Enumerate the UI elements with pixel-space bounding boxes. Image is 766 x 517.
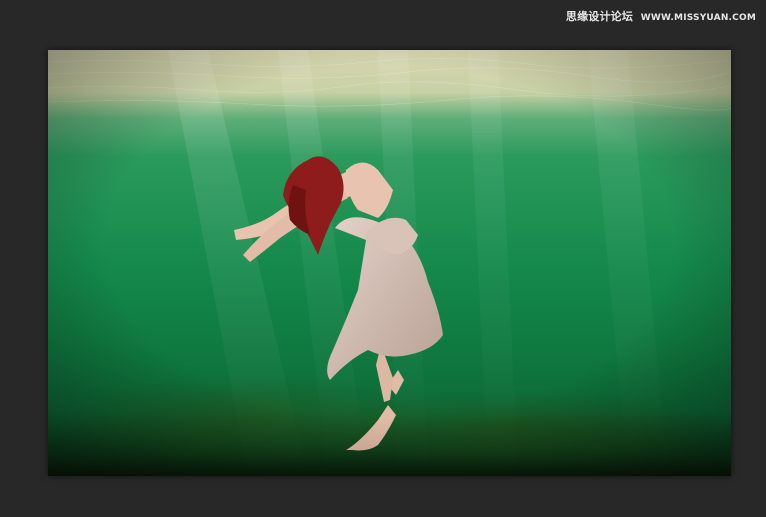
underwater-scene <box>48 50 731 476</box>
canvas-workspace: 思缘设计论坛 WWW.MISSYUAN.COM <box>0 0 766 517</box>
document-canvas[interactable] <box>48 50 731 476</box>
watermark-url: WWW.MISSYUAN.COM <box>640 13 756 23</box>
watermark-site-name: 思缘设计论坛 <box>565 10 634 23</box>
watermark: 思缘设计论坛 WWW.MISSYUAN.COM <box>566 8 756 24</box>
